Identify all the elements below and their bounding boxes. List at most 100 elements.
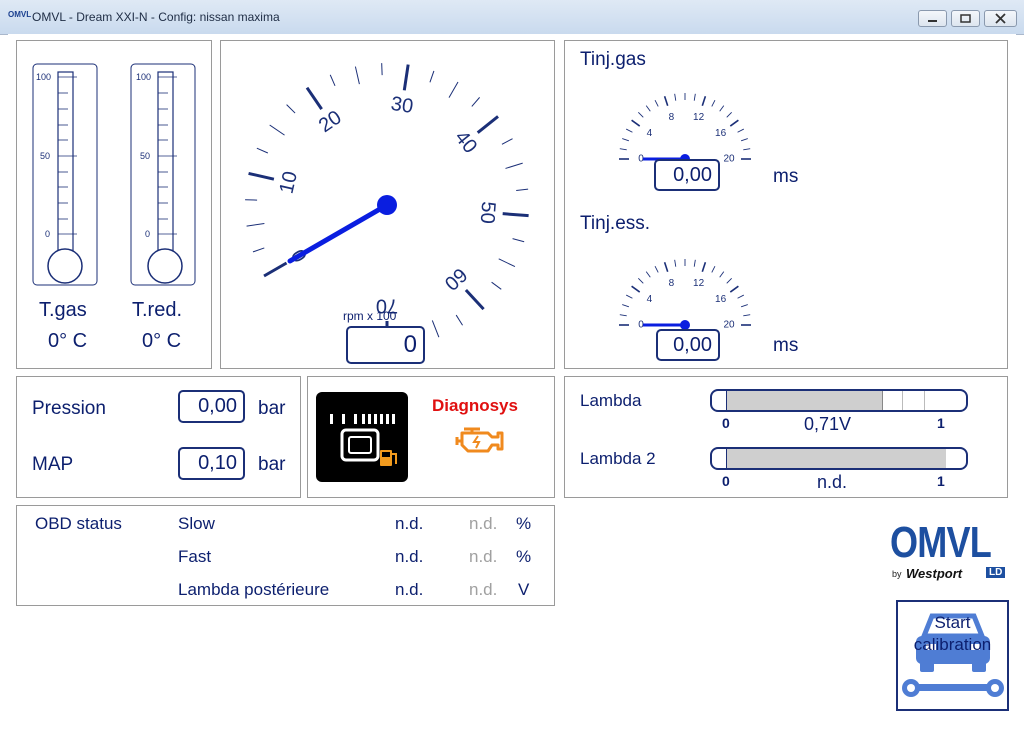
obd-row-value: n.d.	[395, 580, 424, 599]
lambda1-bar	[710, 389, 968, 412]
rpm-scale-label: 40	[450, 127, 481, 158]
tinj-tick	[663, 95, 669, 106]
rpm-tick	[512, 238, 525, 243]
tinj-tick	[743, 314, 751, 317]
tinj-tick	[726, 112, 732, 118]
tinj-tick	[743, 148, 751, 151]
rpm-tick	[516, 188, 529, 191]
tinj-tick	[638, 278, 644, 284]
close-button[interactable]	[984, 10, 1017, 27]
lambda2-reading: n.d.	[817, 472, 848, 492]
lambda2-max: 1	[937, 473, 945, 489]
diagnosys-label: Diagnosys	[432, 396, 518, 415]
tinj-tick	[737, 294, 745, 299]
rpm-tick	[431, 320, 440, 338]
rpm-tick	[248, 171, 275, 181]
rpm-tick	[498, 258, 516, 268]
tinj-tick	[631, 285, 641, 293]
maximize-icon	[960, 14, 971, 23]
thermometer-tred: 100 50 0	[130, 63, 196, 286]
rpm-tick	[448, 81, 459, 98]
diagnosys-panel: Diagnosys	[307, 376, 555, 498]
start-calibration-button[interactable]: Start calibration	[896, 600, 1009, 711]
rpm-tick	[476, 115, 499, 134]
rpm-tick	[471, 97, 481, 107]
tinj-tick	[625, 294, 633, 299]
lambda1-max: 1	[937, 415, 945, 431]
tinj-scale-label: 4	[647, 128, 653, 139]
rpm-tick	[505, 162, 523, 169]
obd-row-name: Slow	[178, 514, 215, 533]
tinj-tick	[726, 278, 732, 284]
tinj-scale-label: 8	[669, 112, 675, 123]
engine-check-icon	[455, 427, 504, 453]
tinj-gas-label: Tinj.gas	[580, 49, 646, 70]
window-title: OMVL - Dream XXI-N - Config: nissan maxi…	[32, 10, 280, 24]
rpm-tick	[246, 222, 265, 227]
tgas-scale-0: 0	[45, 229, 50, 239]
rpm-tick	[286, 104, 296, 114]
obd-status-panel: OBD status Slow n.d. n.d. % Fast n.d. n.…	[16, 505, 555, 606]
close-icon	[995, 13, 1006, 24]
tinj-tick	[631, 119, 641, 127]
omvl-partner: Westport	[906, 566, 963, 581]
lambda-panel: Lambda 0 0,71V 1 Lambda 2 0 n.d. 1	[564, 376, 1008, 498]
tinj-tick	[625, 128, 633, 133]
rpm-tick	[263, 261, 288, 278]
tinj-tick	[719, 271, 725, 278]
tinj-tick	[638, 112, 644, 118]
tinj-ess-value-box: 0,00	[656, 329, 720, 361]
tred-value: 0° C	[142, 330, 182, 352]
lambda2-bar	[710, 447, 968, 470]
obd-title: OBD status	[35, 514, 122, 533]
pression-label: Pression	[32, 398, 106, 419]
tinj-scale-label: 20	[723, 320, 735, 331]
minimize-button[interactable]	[918, 10, 947, 27]
tinj-tick	[674, 259, 677, 267]
obd-row-name: Fast	[178, 547, 212, 566]
rpm-gauge: 010203040506070 rpm x 100	[245, 63, 529, 347]
tinj-ess-label: Tinj.ess.	[580, 213, 651, 234]
calibration-label-line2: calibration	[913, 635, 992, 654]
omvl-logo-text: OMVL	[890, 518, 992, 567]
obd-row-unit: %	[516, 514, 532, 533]
omvl-by: by	[892, 569, 902, 579]
pression-unit: bar	[258, 398, 286, 419]
obd-row-value2: n.d.	[469, 514, 498, 533]
tinj-tick	[719, 105, 725, 112]
tinj-scale-label: 12	[693, 278, 705, 289]
obd-row-value: n.d.	[395, 514, 424, 533]
thermometers-panel: 100 50 0 100 50 0 T.gas 0° C T.red. 0° C	[16, 40, 212, 369]
map-unit: bar	[258, 454, 286, 475]
obd-row-unit: %	[516, 547, 532, 566]
tgas-scale-50: 50	[40, 151, 50, 161]
rpm-tick	[501, 138, 513, 145]
tinj-tick	[622, 138, 630, 142]
omvl-logo: OMVL by Westport LD	[890, 518, 1012, 584]
tinj-gas-value-box: 0,00	[654, 159, 720, 191]
omvl-partner-suffix: LD	[986, 567, 1006, 578]
tinj-tick	[654, 265, 659, 273]
tinj-tick	[711, 265, 716, 273]
tred-scale-0: 0	[145, 229, 150, 239]
tinj-tick	[740, 138, 748, 142]
rpm-tick	[429, 70, 435, 83]
tinj-tick	[701, 95, 707, 106]
rpm-scale-label: 30	[389, 93, 414, 118]
tinj-tick	[693, 259, 696, 267]
tgas-label: T.gas	[39, 299, 87, 321]
tinj-tick	[654, 99, 659, 107]
tinj-tick	[729, 119, 739, 127]
lambda1-label: Lambda	[580, 391, 642, 410]
rpm-tick	[252, 247, 265, 253]
tinj-ess-unit: ms	[773, 335, 799, 356]
tinj-scale-label: 16	[715, 294, 727, 305]
rpm-tick	[402, 64, 410, 91]
lambda1-min: 0	[722, 415, 730, 431]
maximize-button[interactable]	[951, 10, 980, 27]
calibration-label-line1: Start	[934, 613, 971, 632]
fuel-switch-button[interactable]	[316, 392, 408, 482]
minimize-icon	[928, 20, 937, 22]
tinj-tick	[701, 261, 707, 272]
rpm-tick	[329, 74, 336, 87]
